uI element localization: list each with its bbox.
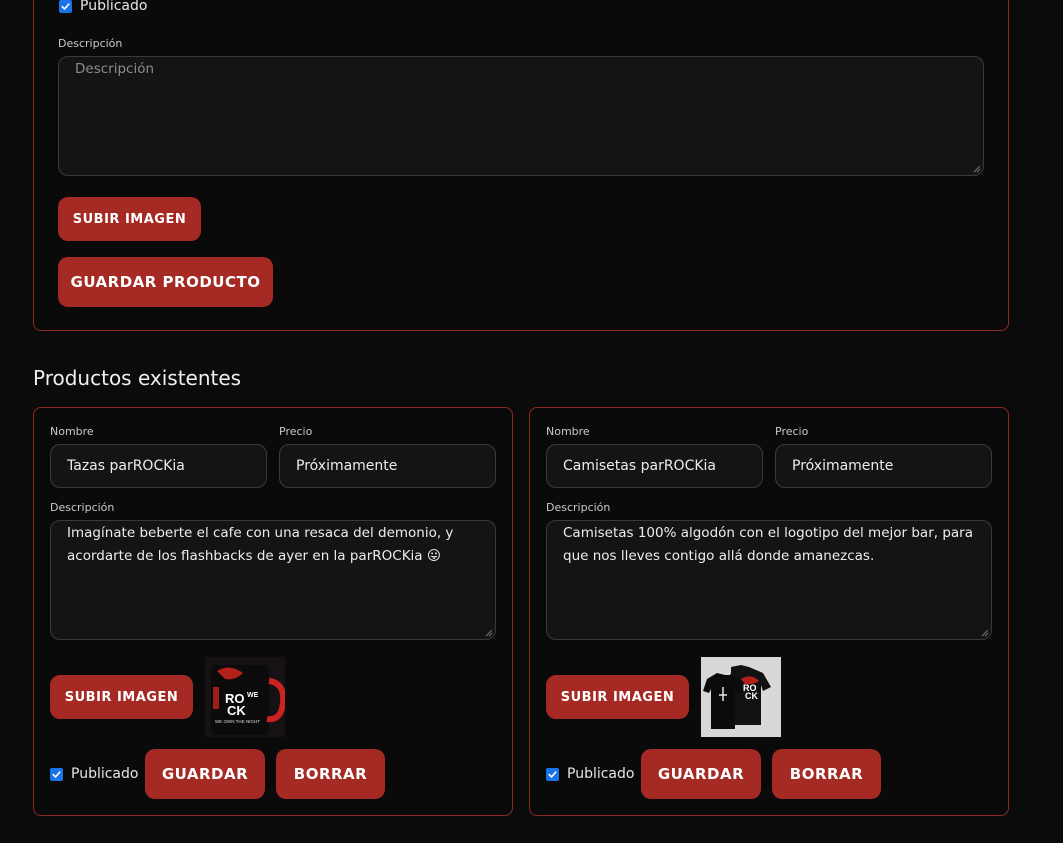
description-textarea[interactable]: Camisetas 100% algodón con el logotipo d… (546, 520, 992, 640)
price-label: Precio (775, 425, 809, 438)
mug-image: RO CK WE WE OWN THE NIGHT (205, 657, 285, 737)
save-button[interactable]: GUARDAR (145, 749, 265, 799)
description-textarea[interactable]: Imagínate beberte el cafe con una resaca… (50, 520, 496, 640)
product-image-tshirt: RO CK (701, 657, 781, 737)
published-checkbox[interactable] (59, 0, 72, 13)
delete-button[interactable]: BORRAR (772, 749, 881, 799)
description-label: Descripción (50, 501, 115, 514)
published-label: Publicado (71, 766, 139, 782)
description-textarea[interactable]: Descripción (58, 56, 984, 176)
description-placeholder: Descripción (75, 61, 155, 77)
existing-products-title: Productos existentes (33, 366, 242, 390)
resize-handle-icon[interactable] (973, 165, 981, 173)
price-label: Precio (279, 425, 313, 438)
published-label: Publicado (80, 0, 148, 14)
name-input[interactable]: Tazas parROCKia (50, 444, 267, 488)
upload-image-button[interactable]: SUBIR IMAGEN (546, 675, 689, 719)
mug-tagline-text: WE OWN THE NIGHT (215, 719, 260, 724)
checkmark-icon (548, 770, 557, 778)
description-text: Imagínate beberte el cafe con una resaca… (67, 525, 454, 564)
tshirt-ck-text: CK (745, 691, 758, 701)
published-checkbox[interactable] (546, 767, 559, 781)
description-label: Descripción (58, 37, 123, 50)
name-input[interactable]: Camisetas parROCKia (546, 444, 763, 488)
published-checkbox-row[interactable]: Publicado (546, 766, 634, 782)
save-product-button[interactable]: GUARDAR PRODUCTO (58, 257, 273, 307)
mug-side-text: WE (247, 692, 259, 699)
delete-button[interactable]: BORRAR (276, 749, 385, 799)
upload-image-button[interactable]: SUBIR IMAGEN (50, 675, 193, 719)
name-label: Nombre (546, 425, 590, 438)
description-label: Descripción (546, 501, 611, 514)
product-image-mug: RO CK WE WE OWN THE NIGHT (205, 657, 285, 737)
checkmark-icon (61, 2, 70, 10)
published-checkbox[interactable] (50, 767, 63, 781)
published-label: Publicado (567, 766, 635, 782)
checkmark-icon (52, 770, 61, 778)
tshirt-image: RO CK (701, 657, 781, 737)
resize-handle-icon[interactable] (485, 629, 493, 637)
description-text: Camisetas 100% algodón con el logotipo d… (563, 525, 973, 564)
price-input[interactable]: Próximamente (775, 444, 992, 488)
upload-image-button[interactable]: SUBIR IMAGEN (58, 197, 201, 241)
name-label: Nombre (50, 425, 94, 438)
published-checkbox-row[interactable]: Publicado (50, 766, 138, 782)
save-button[interactable]: GUARDAR (641, 749, 761, 799)
price-input[interactable]: Próximamente (279, 444, 496, 488)
published-checkbox-row[interactable]: Publicado (59, 0, 147, 14)
mug-ck-text: CK (227, 703, 246, 718)
resize-handle-icon[interactable] (981, 629, 989, 637)
